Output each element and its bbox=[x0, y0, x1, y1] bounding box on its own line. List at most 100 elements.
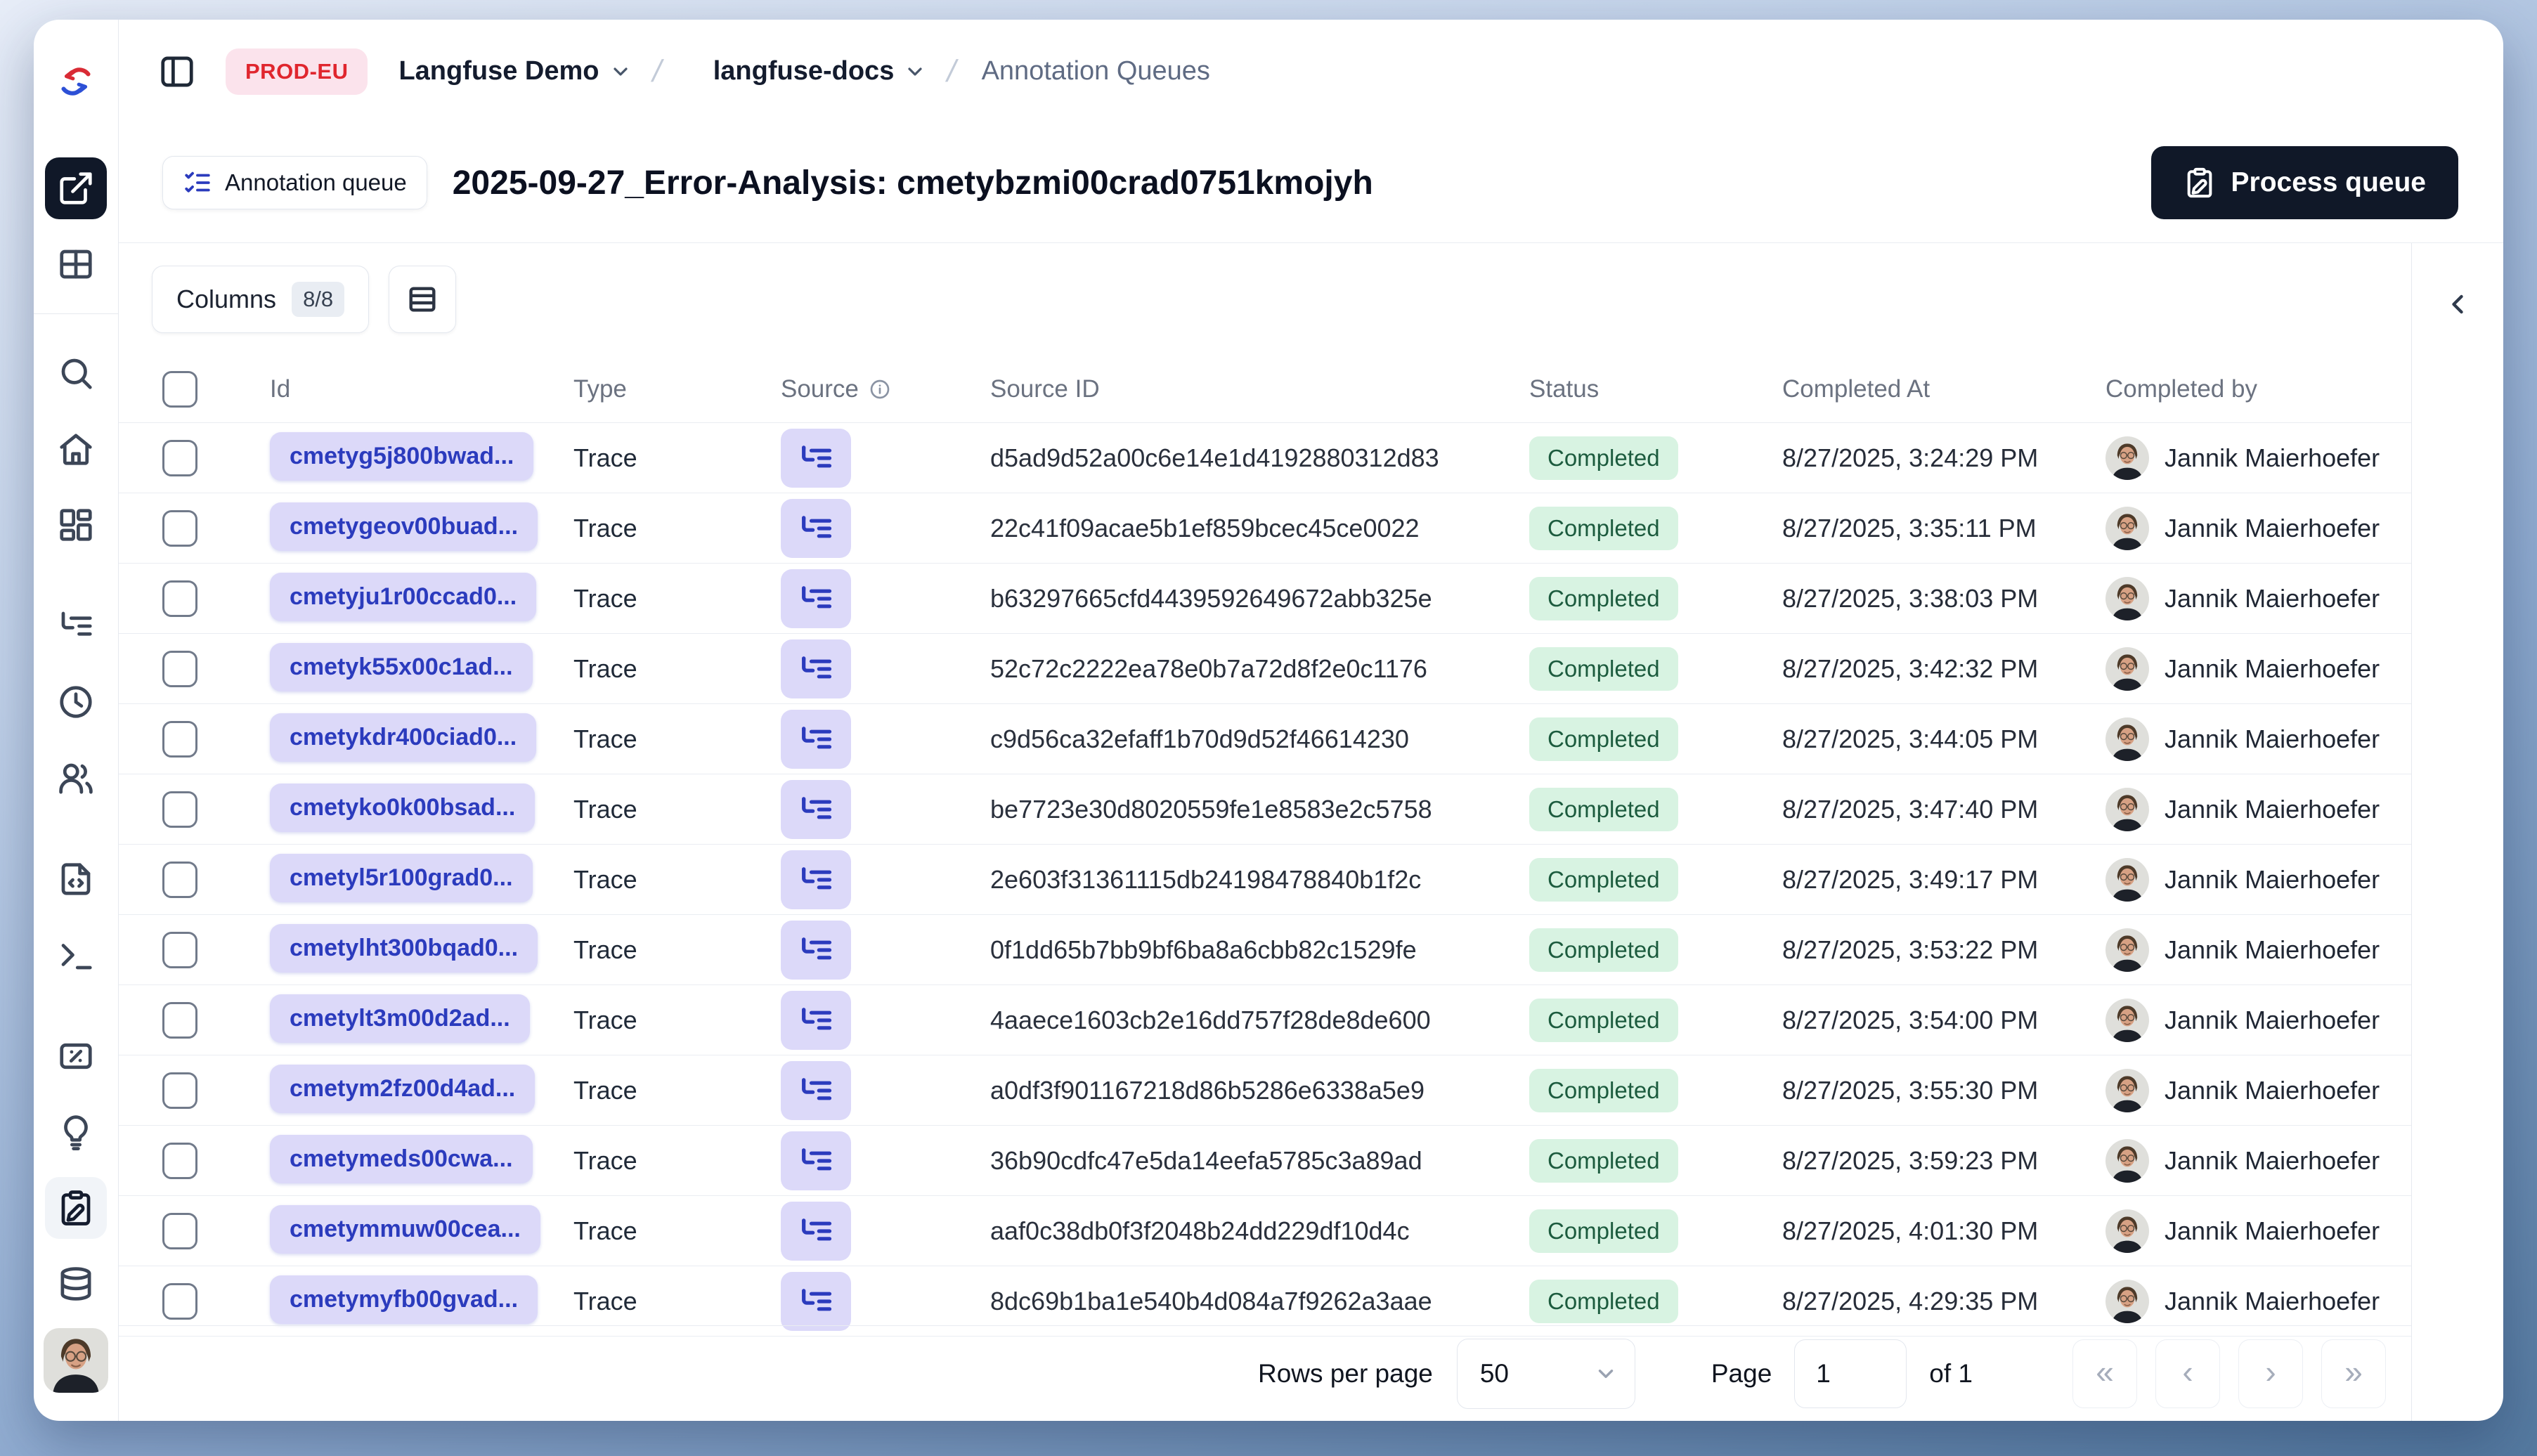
breadcrumb-project[interactable]: langfuse-docs bbox=[713, 56, 927, 86]
users-icon[interactable] bbox=[45, 747, 107, 809]
process-queue-button[interactable]: Process queue bbox=[2150, 146, 2458, 219]
source-trace-icon[interactable] bbox=[781, 850, 851, 909]
table-row[interactable]: cmetyko0k00bsad... Trace be7723e30d802055… bbox=[119, 774, 2411, 845]
table-row[interactable]: cmetymmuw00cea... Trace aaf0c38db0f3f2048… bbox=[119, 1196, 2411, 1266]
row-checkbox[interactable] bbox=[162, 650, 197, 687]
first-page-button[interactable]: « bbox=[2072, 1339, 2137, 1408]
row-id-badge[interactable]: cmetymeds00cwa... bbox=[270, 1134, 533, 1183]
row-id-badge[interactable]: cmetymyfb00gvad... bbox=[270, 1275, 538, 1324]
terminal-icon[interactable] bbox=[45, 924, 107, 986]
table-row[interactable]: cmetyl5r100grad0... Trace 2e603f31361115d… bbox=[119, 845, 2411, 915]
row-checkbox[interactable] bbox=[162, 1072, 197, 1109]
row-type: Trace bbox=[573, 443, 637, 472]
source-trace-icon[interactable] bbox=[781, 1131, 851, 1190]
row-checkbox[interactable] bbox=[162, 1212, 197, 1249]
row-checkbox[interactable] bbox=[162, 720, 197, 758]
table-row[interactable]: cmetym2fz00d4ad... Trace a0df3f901167218d… bbox=[119, 1055, 2411, 1126]
status-badge: Completed bbox=[1529, 998, 1678, 1042]
row-checkbox[interactable] bbox=[162, 861, 197, 898]
row-completed-at: 8/27/2025, 3:59:23 PM bbox=[1782, 1145, 2039, 1175]
breadcrumb-section[interactable]: Annotation Queues bbox=[982, 56, 1210, 86]
source-trace-icon[interactable] bbox=[781, 1271, 851, 1331]
row-id-badge[interactable]: cmetyg5j800bwad... bbox=[270, 431, 534, 481]
row-checkbox[interactable] bbox=[162, 509, 197, 547]
row-height-button[interactable] bbox=[389, 266, 457, 333]
row-id-badge[interactable]: cmetymmuw00cea... bbox=[270, 1204, 540, 1254]
row-id-badge[interactable]: cmetyl5r100grad0... bbox=[270, 853, 533, 902]
column-header-type[interactable]: Type bbox=[573, 375, 781, 403]
source-trace-icon[interactable] bbox=[781, 1060, 851, 1120]
external-link-icon[interactable] bbox=[45, 157, 107, 219]
lightbulb-icon[interactable] bbox=[45, 1101, 107, 1163]
rows-per-page-select[interactable]: 50 bbox=[1456, 1338, 1635, 1409]
column-header-source[interactable]: Source bbox=[781, 375, 990, 403]
source-trace-icon[interactable] bbox=[781, 568, 851, 628]
row-id-badge[interactable]: cmetyk55x00c1ad... bbox=[270, 642, 533, 691]
source-trace-icon[interactable] bbox=[781, 1201, 851, 1261]
select-all-checkbox[interactable] bbox=[162, 370, 197, 408]
row-checkbox[interactable] bbox=[162, 1142, 197, 1179]
row-id-badge[interactable]: cmetykdr400ciad0... bbox=[270, 713, 537, 762]
table-row[interactable]: cmetyk55x00c1ad... Trace 52c72c2222ea78e0… bbox=[119, 634, 2411, 704]
clock-icon[interactable] bbox=[45, 671, 107, 733]
row-source-id: 4aaece1603cb2e16dd757f28de8de600 bbox=[990, 1005, 1431, 1034]
source-trace-icon[interactable] bbox=[781, 428, 851, 488]
right-rail bbox=[2411, 243, 2503, 1421]
source-trace-icon[interactable] bbox=[781, 709, 851, 769]
row-checkbox[interactable] bbox=[162, 1001, 197, 1039]
table-row[interactable]: cmetylht300bqad0... Trace 0f1dd65b7bb9bf6… bbox=[119, 915, 2411, 985]
column-header-completed-at[interactable]: Completed At bbox=[1782, 375, 2105, 403]
percent-square-icon[interactable] bbox=[45, 1025, 107, 1087]
list-tree-icon[interactable] bbox=[45, 595, 107, 657]
user-avatar[interactable] bbox=[44, 1328, 108, 1393]
row-completed-at: 8/27/2025, 3:35:11 PM bbox=[1782, 513, 2037, 542]
table-row[interactable]: cmetymeds00cwa... Trace 36b90cdfc47e5da14… bbox=[119, 1126, 2411, 1196]
table-row[interactable]: cmetyg5j800bwad... Trace d5ad9d52a00c6e14… bbox=[119, 423, 2411, 493]
row-checkbox[interactable] bbox=[162, 791, 197, 828]
source-trace-icon[interactable] bbox=[781, 920, 851, 980]
row-id-badge[interactable]: cmetyko0k00bsad... bbox=[270, 783, 536, 832]
breadcrumb-separator: / bbox=[944, 53, 960, 89]
columns-button[interactable]: Columns 8/8 bbox=[152, 266, 370, 333]
column-header-source-id[interactable]: Source ID bbox=[990, 375, 1529, 403]
column-header-id[interactable]: Id bbox=[249, 375, 573, 403]
row-checkbox[interactable] bbox=[162, 580, 197, 617]
source-trace-icon[interactable] bbox=[781, 779, 851, 839]
table-grid-icon[interactable] bbox=[45, 233, 107, 295]
next-page-button[interactable]: › bbox=[2238, 1339, 2303, 1408]
status-badge: Completed bbox=[1529, 646, 1678, 691]
row-completed-at: 8/27/2025, 4:29:35 PM bbox=[1782, 1286, 2039, 1315]
source-trace-icon[interactable] bbox=[781, 990, 851, 1050]
row-checkbox[interactable] bbox=[162, 439, 197, 476]
row-id-badge[interactable]: cmetylt3m00d2ad... bbox=[270, 994, 530, 1043]
row-source-id: aaf0c38db0f3f2048b24dd229df10d4c bbox=[990, 1216, 1410, 1245]
home-icon[interactable] bbox=[45, 418, 107, 480]
database-icon[interactable] bbox=[45, 1253, 107, 1315]
table-row[interactable]: cmetylt3m00d2ad... Trace 4aaece1603cb2e16… bbox=[119, 985, 2411, 1055]
sidebar-toggle-icon[interactable] bbox=[157, 51, 197, 92]
row-id-badge[interactable]: cmetyju1r00ccad0... bbox=[270, 572, 537, 621]
table-row[interactable]: cmetyju1r00ccad0... Trace b63297665cfd443… bbox=[119, 564, 2411, 634]
dashboard-icon[interactable] bbox=[45, 494, 107, 556]
collapse-panel-button[interactable] bbox=[2433, 280, 2482, 329]
table-row[interactable]: cmetykdr400ciad0... Trace c9d56ca32efaff1… bbox=[119, 704, 2411, 774]
breadcrumb-org[interactable]: Langfuse Demo bbox=[398, 56, 631, 86]
row-id-badge[interactable]: cmetylht300bqad0... bbox=[270, 923, 538, 973]
langfuse-logo[interactable] bbox=[56, 59, 96, 104]
row-completed-by: Jannik Maierhoefer bbox=[2165, 513, 2380, 542]
column-header-status[interactable]: Status bbox=[1529, 375, 1782, 403]
search-icon[interactable] bbox=[45, 342, 107, 404]
clipboard-pen-icon[interactable] bbox=[45, 1177, 107, 1239]
file-code-icon[interactable] bbox=[45, 848, 107, 910]
row-checkbox[interactable] bbox=[162, 1282, 197, 1320]
table-row[interactable]: cmetygeov00buad... Trace 22c41f09acae5b1e… bbox=[119, 493, 2411, 564]
page-number-input[interactable] bbox=[1794, 1339, 1907, 1408]
previous-page-button[interactable]: ‹ bbox=[2155, 1339, 2220, 1408]
row-id-badge[interactable]: cmetygeov00buad... bbox=[270, 502, 538, 551]
row-id-badge[interactable]: cmetym2fz00d4ad... bbox=[270, 1064, 536, 1113]
source-trace-icon[interactable] bbox=[781, 498, 851, 558]
column-header-completed-by[interactable]: Completed by bbox=[2105, 375, 2411, 403]
row-checkbox[interactable] bbox=[162, 931, 197, 968]
last-page-button[interactable]: » bbox=[2321, 1339, 2386, 1408]
source-trace-icon[interactable] bbox=[781, 639, 851, 698]
